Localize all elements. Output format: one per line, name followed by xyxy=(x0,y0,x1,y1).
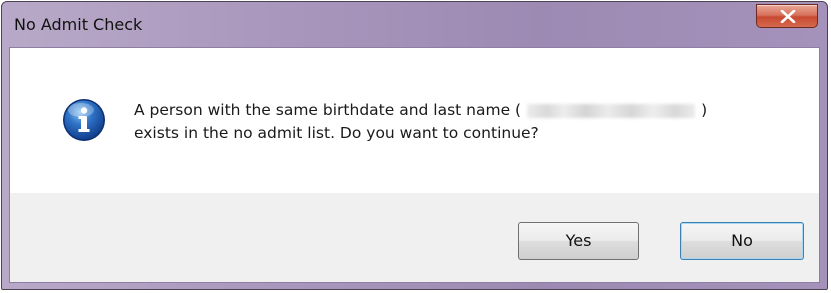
yes-button[interactable]: Yes xyxy=(518,222,639,260)
dialog-message: A person with the same birthdate and las… xyxy=(134,99,707,145)
close-icon xyxy=(780,10,796,23)
message-line-1-suffix: ) xyxy=(701,101,708,119)
title-bar[interactable]: No Admit Check xyxy=(2,2,827,46)
message-line-1: A person with the same birthdate and las… xyxy=(134,99,707,122)
redacted-name xyxy=(527,103,696,118)
window-title: No Admit Check xyxy=(14,15,143,34)
dialog-window: No Admit Check A person with the same bi… xyxy=(1,1,828,290)
dialog-client-area: A person with the same birthdate and las… xyxy=(9,47,820,283)
close-button[interactable] xyxy=(756,4,818,28)
info-icon xyxy=(62,98,106,142)
message-area: A person with the same birthdate and las… xyxy=(10,48,819,193)
no-button[interactable]: No xyxy=(680,222,804,260)
message-line-2: exists in the no admit list. Do you want… xyxy=(134,124,539,142)
message-line-1-prefix: A person with the same birthdate and las… xyxy=(134,101,522,119)
